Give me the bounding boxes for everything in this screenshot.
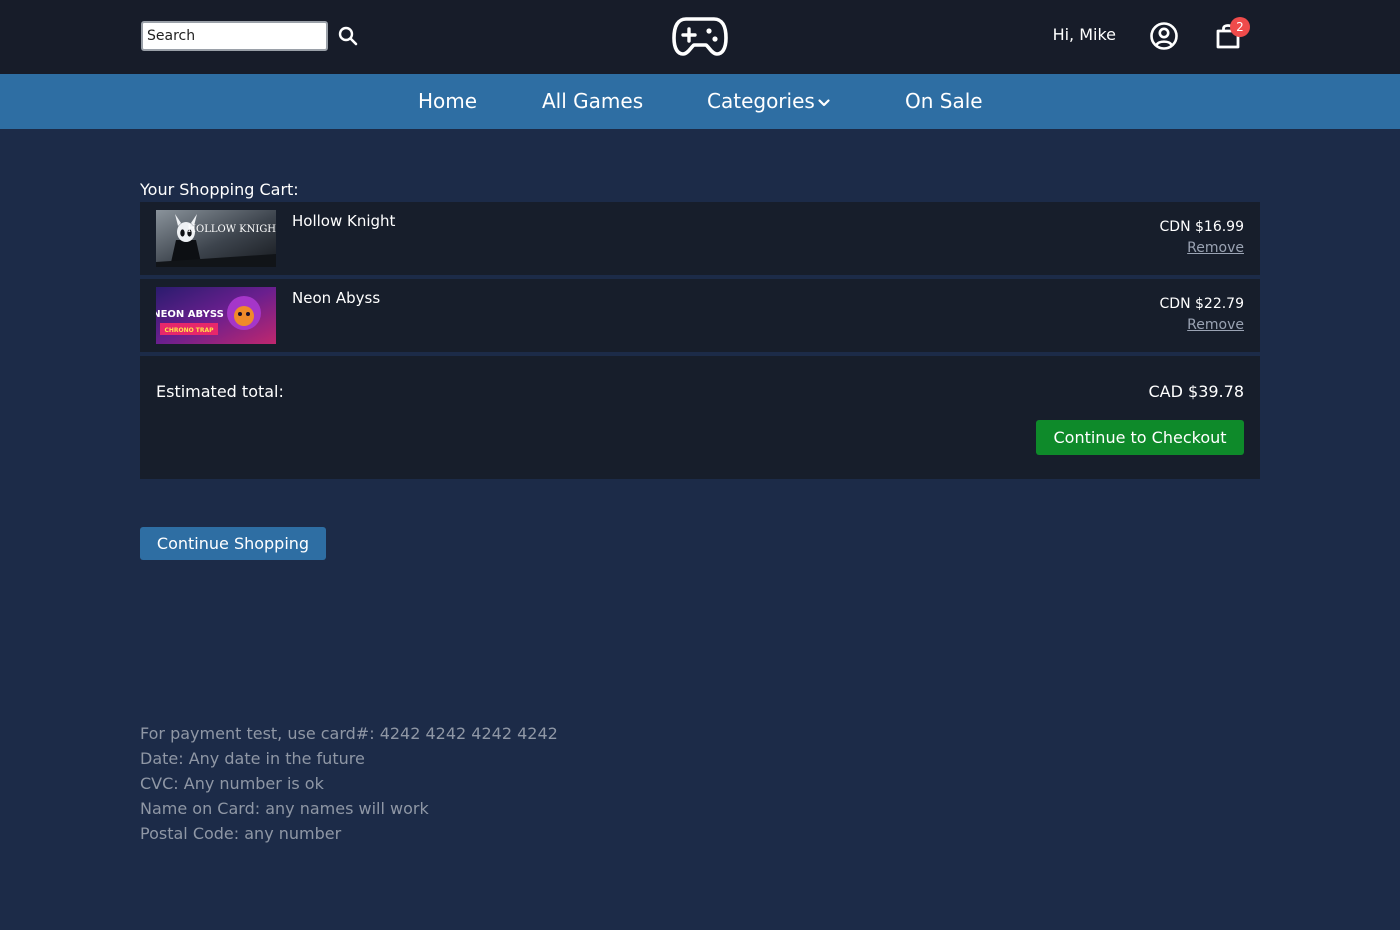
remove-link[interactable]: Remove [1187,317,1244,333]
item-name[interactable]: Hollow Knight [292,212,395,230]
note-line: Name on Card: any names will work [140,799,429,818]
nav-on-sale[interactable]: On Sale [905,89,983,113]
main-nav: Home All Games Categories On Sale [0,74,1400,129]
neon-abyss-thumb-text: NEON ABYSS [156,309,224,320]
continue-shopping-button[interactable]: Continue Shopping [140,527,326,560]
cart-heading: Your Shopping Cart: [140,180,299,199]
neon-abyss-thumbnail[interactable]: NEON ABYSS CHRONO TRAP [156,287,276,344]
note-line: For payment test, use card#: 4242 4242 4… [140,724,558,743]
search-icon[interactable] [336,24,360,48]
estimated-total-label: Estimated total: [156,382,284,401]
nav-categories[interactable]: Categories [707,89,831,113]
item-price: CDN $16.99 [1159,219,1244,235]
chevron-down-icon [818,98,830,106]
nav-all-games[interactable]: All Games [542,89,643,113]
search-input[interactable] [141,21,328,51]
cart-summary: Estimated total: CAD $39.78 Continue to … [140,356,1260,479]
payment-test-notes: For payment test, use card#: 4242 4242 4… [140,721,558,846]
hollow-knight-thumb-text: HOLLOW KNIGHT [187,224,276,235]
cart-item: NEON ABYSS CHRONO TRAP Neon Abyss CDN $2… [140,279,1260,352]
hollow-knight-thumbnail[interactable]: HOLLOW KNIGHT [156,210,276,267]
cart-item: HOLLOW KNIGHT Hollow Knight CDN $16.99 R… [140,202,1260,275]
top-bar: Hi, Mike 2 [0,0,1400,74]
gamepad-logo-icon[interactable] [672,14,728,58]
nav-categories-label: Categories [707,89,815,113]
remove-link[interactable]: Remove [1187,240,1244,256]
note-line: CVC: Any number is ok [140,774,324,793]
neon-abyss-thumb-subtext: CHRONO TRAP [164,327,214,334]
item-price: CDN $22.79 [1159,296,1244,312]
note-line: Date: Any date in the future [140,749,365,768]
checkout-button[interactable]: Continue to Checkout [1036,420,1244,455]
estimated-total-value: CAD $39.78 [1148,382,1244,401]
nav-home[interactable]: Home [418,89,477,113]
account-icon[interactable] [1148,20,1180,52]
note-line: Postal Code: any number [140,824,342,843]
item-name[interactable]: Neon Abyss [292,289,380,307]
user-greeting: Hi, Mike [1052,25,1116,44]
cart-count-badge: 2 [1230,17,1250,37]
